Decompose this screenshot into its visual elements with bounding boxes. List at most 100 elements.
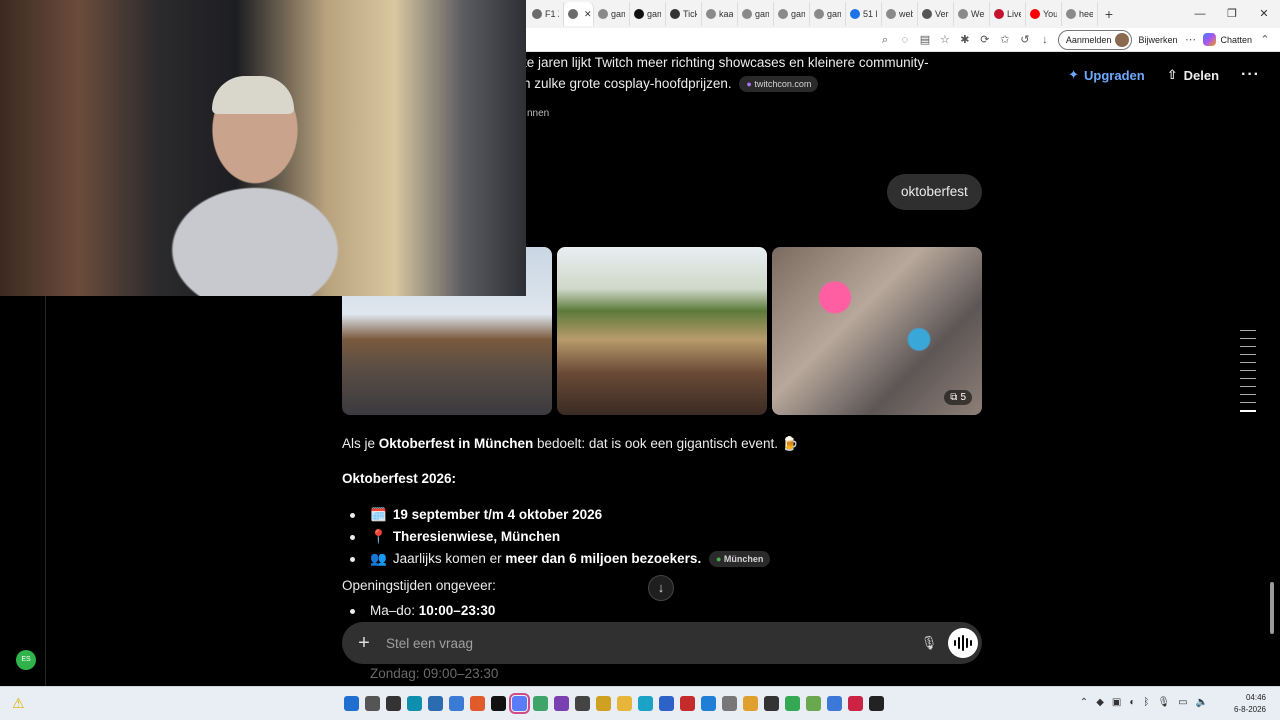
minimize-button[interactable]: —	[1184, 0, 1216, 28]
chevron-up-icon[interactable]: ⌃	[1080, 697, 1088, 708]
zoom-icon[interactable]: ⌕	[878, 33, 892, 47]
browser-tab[interactable]: web	[882, 2, 918, 26]
close-window-button[interactable]: ✕	[1248, 0, 1280, 28]
app-icon[interactable]	[554, 696, 569, 711]
prev-sources-label[interactable]: nnen	[527, 108, 549, 119]
browser-tab[interactable]: Versi	[918, 2, 954, 26]
upgrade-button[interactable]: ✦ Upgraden	[1068, 67, 1145, 83]
downloads-icon[interactable]: ↓	[1038, 33, 1052, 47]
app-icon[interactable]	[869, 696, 884, 711]
browser-tab[interactable]: gam	[594, 2, 630, 26]
more-menu-icon[interactable]: ⋯	[1183, 33, 1197, 47]
edge-icon[interactable]	[407, 696, 422, 711]
app-icon[interactable]	[806, 696, 821, 711]
maximize-button[interactable]: ❐	[1216, 0, 1248, 28]
app-icon[interactable]	[533, 696, 548, 711]
app-icon[interactable]	[659, 696, 674, 711]
app-icon[interactable]	[827, 696, 842, 711]
app-icon[interactable]	[449, 696, 464, 711]
favorites-icon[interactable]: ✩	[998, 33, 1012, 47]
scroll-down-button[interactable]: ↓	[648, 575, 674, 601]
message-input[interactable]: Stel een vraag	[386, 636, 914, 651]
app-icon[interactable]	[722, 696, 737, 711]
image-result-3[interactable]: ⧉ 5	[772, 247, 982, 415]
chrome-icon[interactable]	[785, 696, 800, 711]
share-button[interactable]: ⇧ Delen	[1167, 67, 1219, 83]
image-count-badge[interactable]: ⧉ 5	[944, 390, 972, 405]
taskbar-clock[interactable]: 04:46 6-8-2026	[1234, 692, 1266, 716]
task-view-icon[interactable]	[386, 696, 401, 711]
reader-icon[interactable]: ▤	[918, 33, 932, 47]
browser-tab[interactable]: F1 Z	[528, 2, 564, 26]
folder-icon[interactable]	[617, 696, 632, 711]
browser-tab[interactable]: YouT	[1026, 2, 1062, 26]
app-icon[interactable]	[743, 696, 758, 711]
system-tray: ⌃ ◆ ▣ ◐ ᛒ 🎙 ▭ 🔈	[1080, 697, 1208, 708]
calendar-icon: 🗓️	[370, 507, 387, 522]
browser-tab[interactable]: kaar	[702, 2, 738, 26]
image-count: 5	[960, 392, 966, 403]
tray-app-icon[interactable]: ◐	[1129, 697, 1135, 708]
browser-tab[interactable]: 51 D	[846, 2, 882, 26]
start-icon[interactable]	[344, 696, 359, 711]
copilot-chat-button[interactable]: Chatten	[1203, 33, 1252, 46]
browser-tab[interactable]: gam	[774, 2, 810, 26]
more-options-icon[interactable]: ···	[1241, 66, 1260, 84]
signin-button[interactable]: Aanmelden	[1057, 29, 1133, 50]
close-tab-icon[interactable]: ✕	[584, 9, 592, 20]
microphone-icon[interactable]: 🎙	[914, 635, 944, 651]
attach-plus-icon[interactable]: +	[356, 632, 372, 655]
tracking-icon[interactable]: ◌	[898, 33, 912, 47]
tab-favicon-icon	[532, 9, 542, 19]
source-chip-munchen[interactable]: ● München	[708, 551, 771, 567]
tab-favicon-icon	[670, 9, 680, 19]
search-icon[interactable]	[365, 696, 380, 711]
app-icon[interactable]	[470, 696, 485, 711]
tray-app-icon[interactable]: ◆	[1096, 697, 1104, 708]
browser-tab[interactable]: gam	[810, 2, 846, 26]
user-avatar-badge[interactable]: ES	[16, 650, 36, 670]
image-result-2[interactable]	[557, 247, 767, 415]
chevron-up-icon[interactable]: ⌃	[1258, 33, 1272, 47]
clock-date: 6-8-2026	[1233, 705, 1266, 714]
history-icon[interactable]: ↺	[1018, 33, 1032, 47]
top-actions: ✦ Upgraden ⇧ Delen ···	[1068, 66, 1260, 84]
app-icon[interactable]	[428, 696, 443, 711]
vscode-icon[interactable]	[701, 696, 716, 711]
share-icon: ⇧	[1166, 67, 1178, 82]
favorite-star-icon[interactable]: ☆	[938, 33, 952, 47]
browser-tab[interactable]: heel	[1062, 2, 1098, 26]
app-icon[interactable]	[575, 696, 590, 711]
browser-tab[interactable]: ✕	[564, 2, 594, 26]
app-icon[interactable]	[596, 696, 611, 711]
tray-app-icon[interactable]: ▣	[1112, 697, 1121, 708]
share-label: Delen	[1183, 67, 1220, 83]
app-icon[interactable]	[509, 693, 530, 714]
app-icon[interactable]	[680, 696, 695, 711]
extensions-icon[interactable]: ✱	[958, 33, 972, 47]
app-icon[interactable]	[491, 696, 506, 711]
browser-tab[interactable]: gam	[738, 2, 774, 26]
warning-icon[interactable]: ⚠	[12, 695, 25, 712]
conversation-outline[interactable]	[1240, 330, 1256, 419]
browser-tab[interactable]: Web	[954, 2, 990, 26]
signin-label: Aanmelden	[1065, 34, 1112, 45]
new-tab-button[interactable]: +	[1098, 6, 1120, 22]
app-icon[interactable]	[848, 696, 863, 711]
browser-tab[interactable]: gam	[630, 2, 666, 26]
update-button[interactable]: Bijwerken	[1138, 35, 1177, 45]
browser-tab[interactable]: Live	[990, 2, 1026, 26]
page-scrollbar[interactable]	[1270, 582, 1274, 634]
app-icon[interactable]	[764, 696, 779, 711]
network-icon[interactable]: ▭	[1178, 697, 1187, 708]
app-icon[interactable]	[638, 696, 653, 711]
people-icon: 👥	[370, 551, 387, 566]
mic-tray-icon[interactable]: 🎙	[1157, 697, 1170, 708]
browser-tab[interactable]: Ticke	[666, 2, 702, 26]
voice-mode-button[interactable]	[948, 628, 978, 658]
tab-label: Ticke	[683, 9, 697, 19]
source-chip-twitchcon[interactable]: ● twitchcon.com	[739, 76, 819, 92]
volume-icon[interactable]: 🔈	[1196, 697, 1208, 708]
performance-icon[interactable]: ⟳	[978, 33, 992, 47]
bluetooth-icon[interactable]: ᛒ	[1143, 697, 1149, 708]
